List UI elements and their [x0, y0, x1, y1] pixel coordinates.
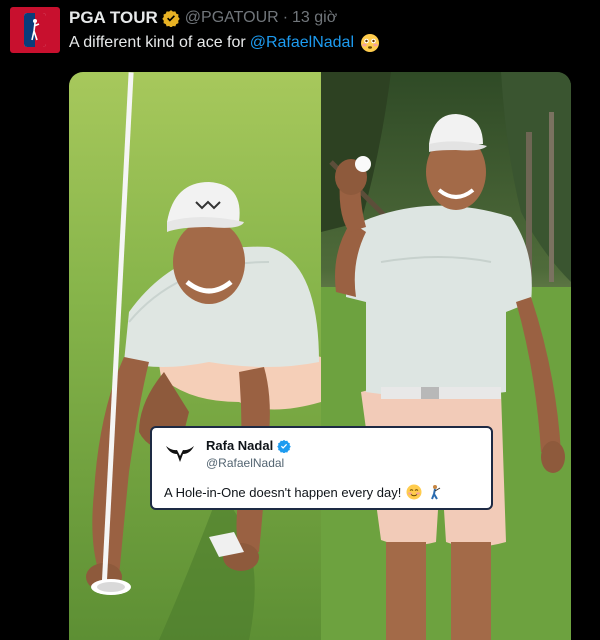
separator-dot: ·	[282, 9, 289, 26]
quoted-tweet-card[interactable]: Rafa Nadal @RafaelNadal A Hole-in-One do…	[150, 426, 493, 510]
tweet-timestamp[interactable]: 13 giờ	[292, 9, 337, 27]
quoted-author: Rafa Nadal	[206, 438, 291, 453]
golfer-emoji-icon	[431, 485, 441, 500]
verified-blue-badge-icon	[277, 439, 291, 453]
author-display-name[interactable]: PGA TOUR	[69, 8, 158, 28]
quoted-text-row: A Hole-in-One doesn't happen every day!	[164, 484, 443, 500]
tweet-body: A different kind of ace for	[69, 34, 246, 51]
tweet-header: PGA TOUR @PGATOUR · 13 giờ	[69, 7, 337, 29]
tweet-media[interactable]: Rafa Nadal @RafaelNadal A Hole-in-One do…	[69, 72, 571, 640]
pga-tour-logo-icon	[24, 13, 46, 47]
author-handle[interactable]: @PGATOUR	[185, 9, 279, 27]
golfer-picking-ball-from-hole-photo[interactable]	[69, 72, 321, 640]
quoted-handle: @RafaelNadal	[206, 456, 285, 470]
rafa-bull-logo-icon	[166, 446, 194, 462]
quoted-text: A Hole-in-One doesn't happen every day!	[164, 484, 402, 500]
mention-link[interactable]: @RafaelNadal	[250, 34, 354, 52]
verified-gold-badge-icon	[162, 10, 180, 27]
author-avatar[interactable]	[10, 7, 60, 53]
flushed-face-emoji-icon	[361, 34, 379, 52]
golfer-holding-ball-photo[interactable]	[321, 72, 571, 640]
tweet[interactable]: PGA TOUR @PGATOUR · 13 giờ A different k…	[0, 0, 600, 640]
quoted-display-name: Rafa Nadal	[206, 438, 274, 453]
smiling-face-emoji-icon	[406, 484, 422, 500]
tweet-text: A different kind of ace for @RafaelNadal	[69, 33, 380, 53]
